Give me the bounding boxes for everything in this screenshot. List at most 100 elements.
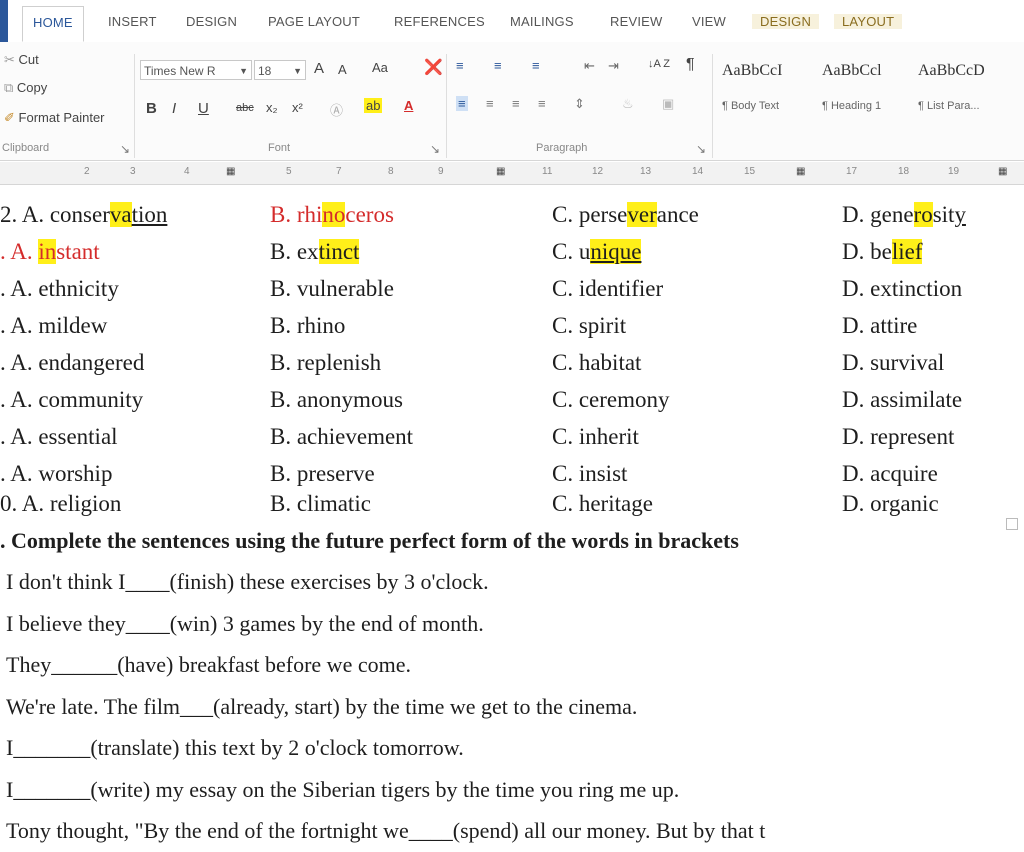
- option-b: B. climatic: [270, 491, 371, 516]
- align-right-icon[interactable]: ≡: [512, 96, 520, 111]
- option-c: C. habitat: [552, 350, 642, 375]
- ruler-number: 4: [184, 166, 190, 177]
- option-a: . A. worship: [0, 461, 113, 486]
- underline-button[interactable]: U: [198, 100, 209, 117]
- font-name-select[interactable]: Times New R ▼: [140, 60, 252, 80]
- format-painter-button[interactable]: ✐ Format Painter: [4, 110, 105, 126]
- style-list-paragraph[interactable]: AaBbCcD ¶ List Para...: [914, 54, 1010, 128]
- strikethrough-button[interactable]: abc: [236, 102, 254, 114]
- tab-table-design[interactable]: DESIGN: [752, 14, 820, 29]
- style-heading-1[interactable]: AaBbCcl ¶ Heading 1: [818, 54, 914, 128]
- align-left-icon[interactable]: ≡: [456, 96, 468, 111]
- justify-icon[interactable]: ≡: [538, 96, 546, 111]
- option-b: B. replenish: [270, 350, 382, 375]
- multilevel-list-icon[interactable]: ≡: [532, 58, 540, 73]
- column-marker-icon[interactable]: ▦: [796, 166, 805, 177]
- exercise-sentence: I believe they____(win) 3 games by the e…: [6, 611, 484, 636]
- ruler-number: 14: [692, 166, 704, 177]
- option-a: . A. mildew: [0, 313, 108, 338]
- tab-references[interactable]: REFERENCES: [394, 14, 485, 29]
- option-a: . A. community: [0, 387, 144, 412]
- style-name: ¶ List Para...: [918, 100, 980, 112]
- option-c: C. inherit: [552, 424, 639, 449]
- option-c: C. heritage: [552, 491, 653, 516]
- ruler-number: 19: [948, 166, 960, 177]
- paragraph-launcher-icon[interactable]: ↘: [696, 142, 706, 156]
- option-d: D. acquire: [842, 461, 938, 486]
- tab-home[interactable]: HOME: [22, 6, 84, 42]
- superscript-button[interactable]: x²: [292, 100, 303, 115]
- copy-button[interactable]: ⧉ Copy: [4, 80, 47, 96]
- clipboard-group-label: Clipboard: [2, 142, 50, 154]
- option-c: C. ceremony: [552, 387, 670, 412]
- tab-page-layout[interactable]: PAGE LAYOUT: [268, 14, 360, 29]
- align-center-icon[interactable]: ≡: [486, 96, 494, 111]
- option-c: C. spirit: [552, 313, 627, 338]
- column-marker-icon[interactable]: ▦: [496, 166, 505, 177]
- style-preview: AaBbCcl: [822, 62, 882, 79]
- option-d: D. represent: [842, 424, 955, 449]
- option-b: B. rhinoceros: [270, 202, 394, 227]
- tab-table-layout[interactable]: LAYOUT: [834, 14, 903, 29]
- option-c: C. insist: [552, 461, 628, 486]
- horizontal-ruler[interactable]: 2 3 4 ▦ 5 7 8 9 ▦ 11 12 13 14 15 ▦ 17 18…: [0, 162, 1024, 185]
- change-case-button[interactable]: Aa: [372, 60, 388, 75]
- style-name: ¶ Body Text: [722, 100, 780, 112]
- tab-review[interactable]: REVIEW: [610, 14, 662, 29]
- divider: [446, 54, 447, 158]
- decrease-indent-icon[interactable]: ⇤: [584, 58, 595, 74]
- font-size-select[interactable]: 18 ▼: [254, 60, 306, 80]
- numbering-icon[interactable]: ≡: [494, 58, 502, 73]
- exercise-sentence: They______(have) breakfast before we com…: [6, 652, 411, 677]
- font-color-icon[interactable]: A: [404, 98, 413, 113]
- style-preview: AaBbCcI: [722, 62, 783, 79]
- ruler-number: 17: [846, 166, 858, 177]
- option-b: B. anonymous: [270, 387, 403, 412]
- style-preview: AaBbCcD: [918, 62, 985, 79]
- style-name: ¶ Heading 1: [822, 100, 882, 112]
- option-b: B. preserve: [270, 461, 375, 486]
- divider: [712, 54, 713, 158]
- column-marker-icon[interactable]: ▦: [998, 166, 1007, 177]
- ruler-number: 12: [592, 166, 604, 177]
- clear-formatting-icon[interactable]: ❌: [424, 58, 443, 76]
- font-launcher-icon[interactable]: ↘: [430, 142, 440, 156]
- show-formatting-button[interactable]: ¶: [686, 56, 695, 74]
- style-body-text[interactable]: AaBbCcI ¶ Body Text: [718, 54, 814, 128]
- tab-view[interactable]: VIEW: [692, 14, 726, 29]
- copy-icon: ⧉: [4, 80, 14, 95]
- file-tab-edge[interactable]: [0, 0, 8, 42]
- document-page[interactable]: 2. A. conservation B. rhinoceros C. pers…: [0, 186, 1024, 852]
- tab-design[interactable]: DESIGN: [186, 14, 237, 29]
- highlight-color-icon[interactable]: ab: [364, 98, 383, 113]
- shrink-font-button[interactable]: A: [338, 62, 347, 77]
- clipboard-launcher-icon[interactable]: ↘: [120, 142, 130, 156]
- grow-font-button[interactable]: A: [314, 60, 324, 77]
- line-spacing-icon[interactable]: ⇕: [574, 96, 585, 112]
- divider: [134, 54, 135, 158]
- tab-insert[interactable]: INSERT: [108, 14, 157, 29]
- exercise-sentence: Tony thought, "By the end of the fortnig…: [6, 818, 766, 843]
- exercise-sentence: I_______(write) my essay on the Siberian…: [6, 777, 680, 802]
- borders-icon[interactable]: ▣: [662, 96, 674, 112]
- exercise-sentence: I don't think I____(finish) these exerci…: [6, 569, 489, 594]
- column-marker-icon[interactable]: ▦: [226, 166, 235, 177]
- exercise-sentence: I_______(translate) this text by 2 o'clo…: [6, 735, 464, 760]
- bullets-icon[interactable]: ≡: [456, 58, 464, 73]
- option-d: D. belief: [842, 239, 923, 264]
- option-c: C. perseverance: [552, 202, 699, 227]
- option-d: D. survival: [842, 350, 945, 375]
- italic-button[interactable]: I: [172, 100, 176, 117]
- cut-button[interactable]: ✂ Cut: [4, 52, 39, 68]
- shading-icon[interactable]: ♨: [622, 96, 634, 112]
- sort-button[interactable]: ↓A Z: [648, 58, 670, 70]
- paintbrush-icon: ✐: [4, 110, 15, 125]
- table-resize-handle[interactable]: [1006, 518, 1018, 530]
- increase-indent-icon[interactable]: ⇥: [608, 58, 619, 74]
- bold-button[interactable]: B: [146, 100, 157, 117]
- subscript-button[interactable]: x₂: [266, 100, 278, 115]
- ruler-number: 2: [84, 166, 90, 177]
- text-effects-icon[interactable]: Ⓐ: [330, 100, 343, 119]
- tab-mailings[interactable]: MAILINGS: [510, 14, 574, 29]
- ribbon-tab-bar: HOME INSERT DESIGN PAGE LAYOUT REFERENCE…: [0, 0, 1024, 43]
